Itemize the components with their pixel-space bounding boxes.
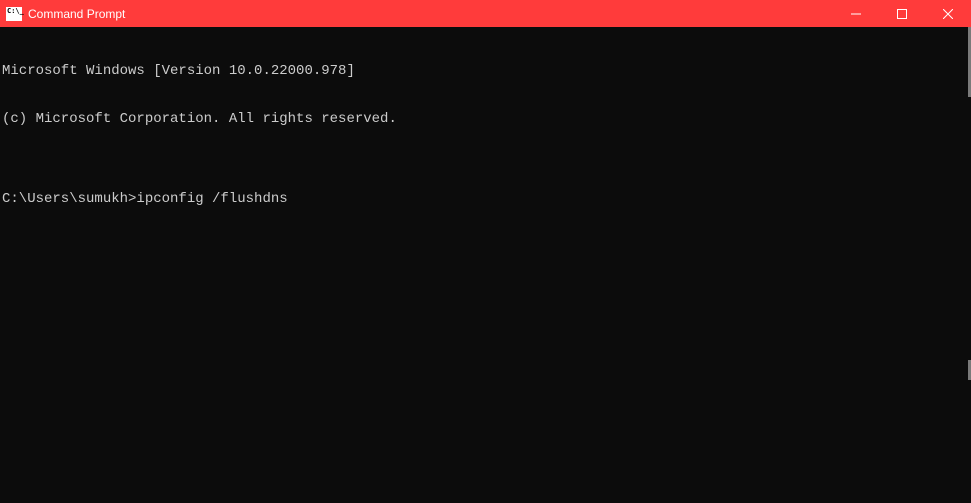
cmd-icon <box>6 7 22 21</box>
close-icon <box>943 9 953 19</box>
minimize-button[interactable] <box>833 0 879 27</box>
maximize-icon <box>897 9 907 19</box>
window-title: Command Prompt <box>28 7 125 21</box>
close-button[interactable] <box>925 0 971 27</box>
maximize-button[interactable] <box>879 0 925 27</box>
window-controls <box>833 0 971 27</box>
terminal-command-input[interactable]: ipconfig /flushdns <box>136 191 287 207</box>
terminal-prompt-line: C:\Users\sumukh>ipconfig /flushdns <box>2 191 969 207</box>
terminal-output-line: (c) Microsoft Corporation. All rights re… <box>2 111 969 127</box>
window-titlebar: Command Prompt <box>0 0 971 27</box>
terminal-output-line: Microsoft Windows [Version 10.0.22000.97… <box>2 63 969 79</box>
terminal-area[interactable]: Microsoft Windows [Version 10.0.22000.97… <box>0 27 971 503</box>
minimize-icon <box>851 9 861 19</box>
terminal-prompt: C:\Users\sumukh> <box>2 191 136 207</box>
titlebar-left: Command Prompt <box>6 7 125 21</box>
